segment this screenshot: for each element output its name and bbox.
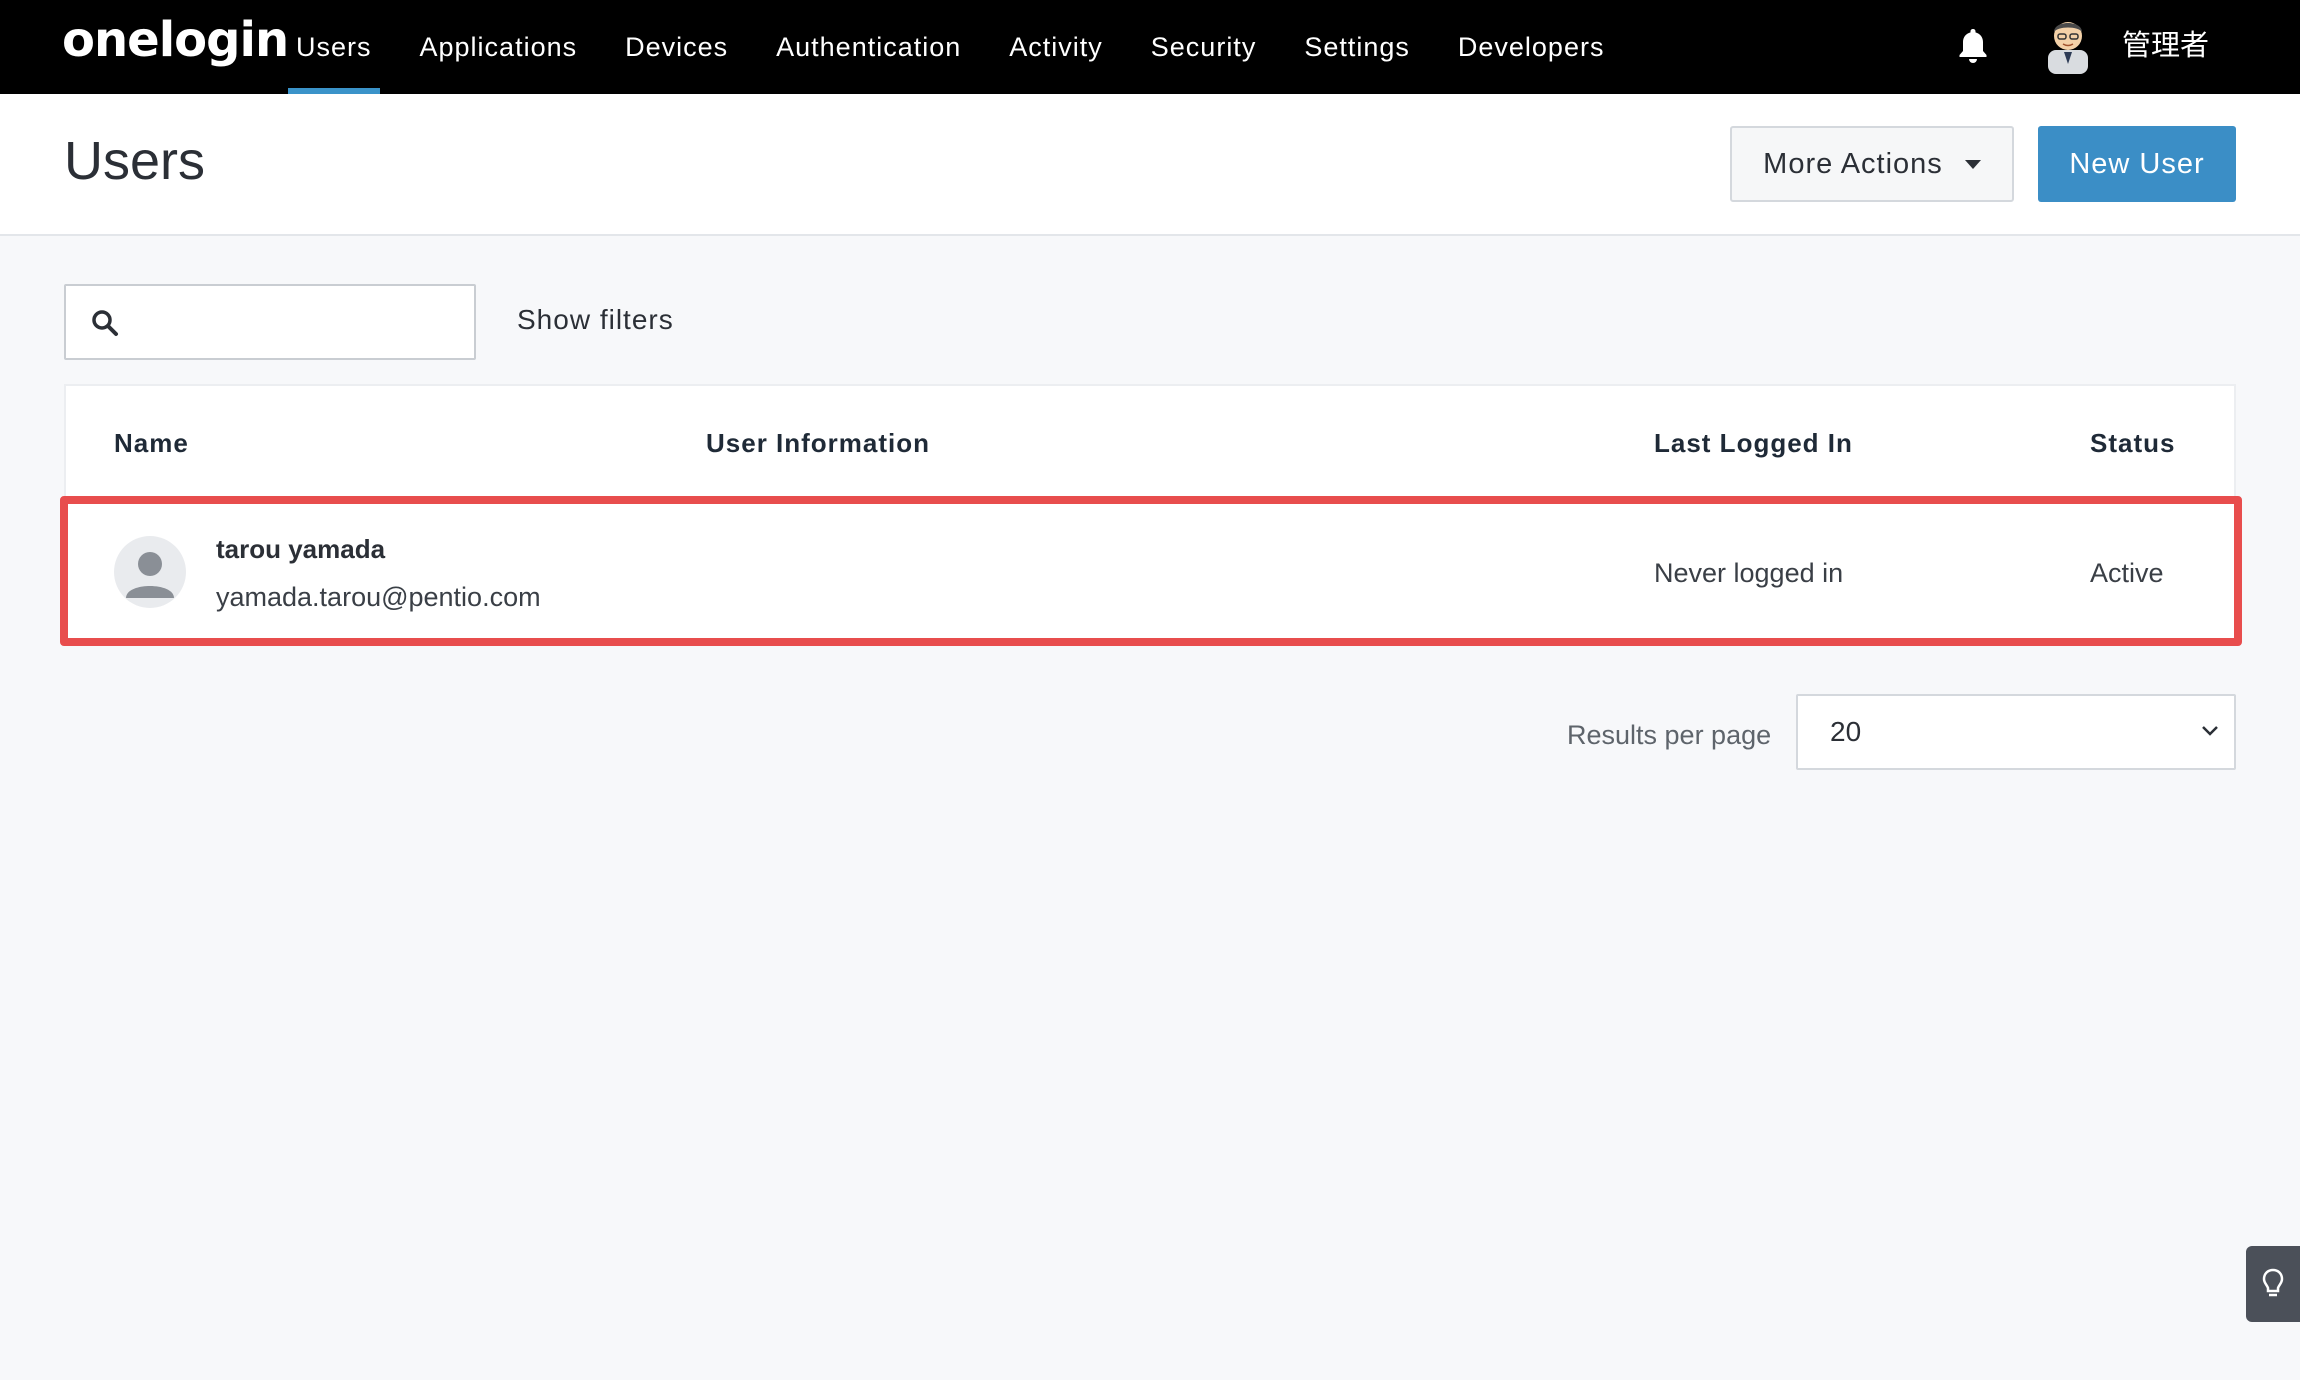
page-header: Users More Actions New User [0,94,2300,236]
search-field[interactable] [64,284,476,360]
new-user-button[interactable]: New User [2038,126,2236,202]
top-navigation: onelogin Users Applications Devices Auth… [0,0,2300,94]
show-filters-link[interactable]: Show filters [517,304,674,336]
nav-devices[interactable]: Devices [601,0,752,94]
column-header-last-logged-in[interactable]: Last Logged In [1654,428,1853,459]
results-per-page-select[interactable]: 20 [1796,694,2236,770]
lightbulb-icon [2262,1268,2284,1297]
nav-authentication[interactable]: Authentication [752,0,985,94]
nav-developers[interactable]: Developers [1434,0,1629,94]
more-actions-label: More Actions [1763,147,1943,180]
results-per-page-value: 20 [1830,716,1862,747]
onelogin-logo[interactable]: onelogin [62,12,289,68]
help-button[interactable] [2246,1246,2300,1322]
main-nav: Users Applications Devices Authenticatio… [272,0,1628,94]
nav-settings[interactable]: Settings [1280,0,1434,94]
column-header-status[interactable]: Status [2090,428,2175,459]
column-header-name[interactable]: Name [114,428,189,459]
caret-down-icon [1964,159,1981,169]
search-icon [92,310,118,336]
nav-security[interactable]: Security [1127,0,1281,94]
nav-activity[interactable]: Activity [985,0,1127,94]
nav-users[interactable]: Users [272,0,396,94]
chevron-down-icon [2202,726,2218,736]
admin-name[interactable]: 管理者 [2122,22,2209,64]
search-input[interactable] [136,296,456,350]
table-row[interactable] [60,496,2242,646]
results-per-page-label: Results per page [1567,720,1772,750]
bell-icon[interactable] [1956,26,1990,66]
nav-applications[interactable]: Applications [396,0,602,94]
admin-avatar[interactable] [2044,12,2092,74]
column-header-user-information: User Information [706,428,931,458]
more-actions-button[interactable]: More Actions [1730,126,2014,202]
page-title: Users [64,131,206,191]
